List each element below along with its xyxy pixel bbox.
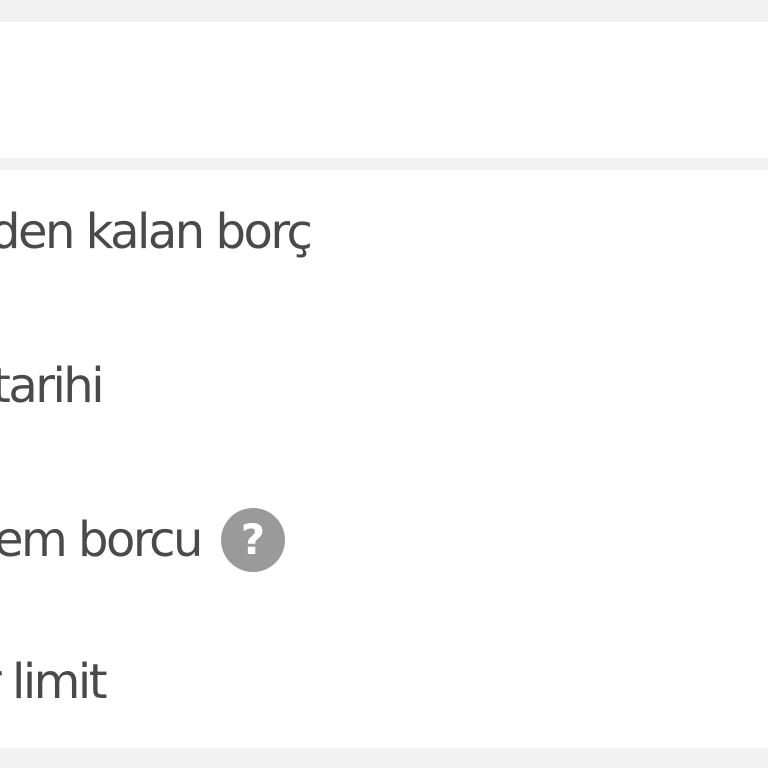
question-circle-icon[interactable]: ?	[220, 508, 285, 572]
header-card	[0, 22, 768, 158]
row-label: r limit	[0, 654, 108, 710]
list-row-date[interactable]: tarihi	[0, 346, 768, 426]
top-spacer	[0, 0, 768, 22]
list-row-period-debt[interactable]: em borcu ?	[0, 500, 768, 580]
row-label: tarihi	[0, 358, 105, 414]
list-row-remaining-debt[interactable]: den kalan borç	[0, 192, 768, 272]
row-label: em borcu	[0, 512, 203, 568]
bottom-spacer	[0, 748, 768, 768]
details-list: den kalan borç tarihi em borcu ? r limit	[0, 170, 768, 748]
row-label: den kalan borç	[0, 204, 313, 260]
list-row-limit[interactable]: r limit	[0, 642, 768, 722]
app-screen: den kalan borç tarihi em borcu ? r limit	[0, 0, 768, 768]
